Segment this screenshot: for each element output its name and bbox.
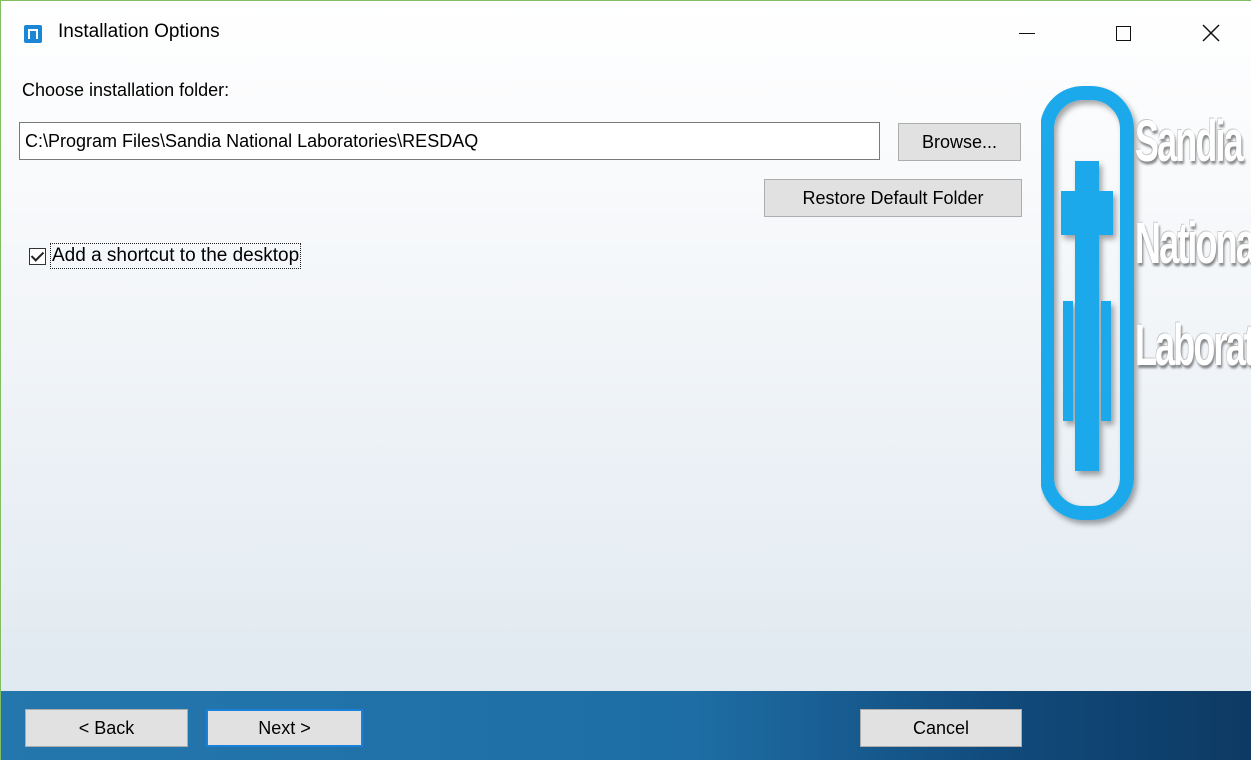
next-button-label: Next >	[258, 717, 311, 738]
minimize-button[interactable]	[997, 11, 1057, 55]
footer-bar	[1, 691, 1251, 760]
logo-line-2: National	[1135, 211, 1251, 276]
shortcut-checkbox[interactable]	[29, 247, 46, 265]
minimize-icon	[1019, 32, 1035, 34]
close-button[interactable]	[1181, 11, 1241, 55]
next-button[interactable]: Next >	[206, 709, 363, 747]
browse-button-label: Browse...	[921, 131, 998, 152]
app-logo-icon	[24, 25, 42, 43]
back-button[interactable]: < Back	[25, 709, 188, 747]
restore-default-folder-button[interactable]: Restore Default Folder	[764, 179, 1022, 217]
restore-button-label: Restore Default Folder	[802, 187, 984, 208]
maximize-button[interactable]	[1093, 11, 1153, 55]
logo-wordmark: Sandia National Laboratories	[1135, 91, 1251, 397]
folder-label: Choose installation folder:	[22, 80, 230, 100]
browse-button[interactable]: Browse...	[898, 123, 1021, 161]
window-title: Installation Options	[58, 21, 220, 42]
logo-line-3: Laboratories	[1135, 313, 1251, 378]
maximize-icon	[1115, 25, 1131, 41]
back-button-label: < Back	[78, 717, 135, 738]
cancel-button-label: Cancel	[912, 717, 970, 738]
installer-window: Installation Options Choose installation…	[0, 0, 1251, 760]
close-icon	[1202, 24, 1220, 42]
shortcut-option[interactable]: Add a shortcut to the desktop	[29, 238, 302, 274]
cancel-button[interactable]: Cancel	[860, 709, 1022, 747]
shortcut-label[interactable]: Add a shortcut to the desktop	[50, 243, 302, 269]
logo-line-1: Sandia	[1135, 109, 1244, 174]
title-bar: Installation Options	[1, 1, 1251, 65]
install-path-input[interactable]	[19, 122, 880, 160]
